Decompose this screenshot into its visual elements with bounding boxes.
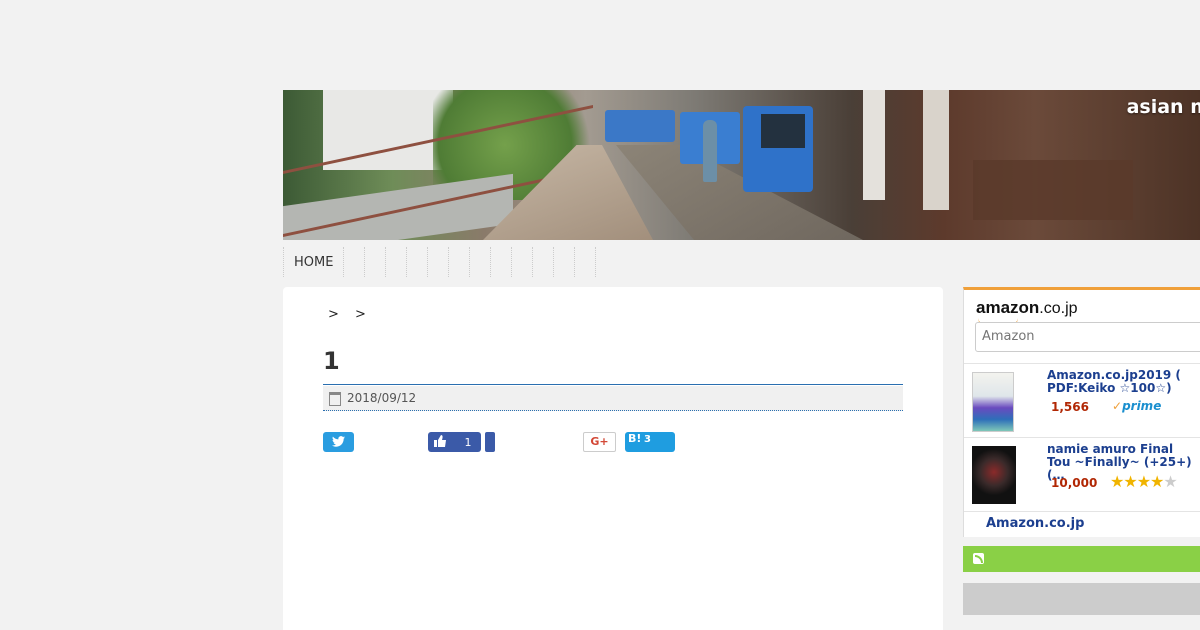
amazon-logo[interactable]: amazon.co.jp xyxy=(976,298,1078,318)
nav-item-empty[interactable] xyxy=(428,247,450,277)
banner-train-car xyxy=(743,106,813,192)
hatena-count: 3 xyxy=(644,434,651,445)
nav-item-empty[interactable] xyxy=(344,247,366,277)
global-nav: HOME xyxy=(283,247,597,277)
rss-widget-header[interactable] xyxy=(963,546,1200,572)
nav-item-empty[interactable] xyxy=(533,247,555,277)
banner-person xyxy=(703,120,717,182)
nav-item-empty[interactable] xyxy=(365,247,387,277)
amazon-footer-link[interactable]: Amazon.co.jp xyxy=(986,516,1084,531)
amazon-product[interactable]: Amazon.co.jp2019 ( PDF:Keiko ☆100☆) 1,56… xyxy=(964,363,1200,436)
facebook-share-button[interactable] xyxy=(485,432,495,452)
product-thumbnail[interactable] xyxy=(972,446,1016,504)
breadcrumb[interactable]: > > xyxy=(328,307,372,322)
nav-item-empty[interactable] xyxy=(449,247,471,277)
facebook-like-button[interactable]: 1 xyxy=(428,432,481,452)
banner-pillar xyxy=(923,90,949,210)
nav-item-empty[interactable] xyxy=(470,247,492,277)
star-icon: ★★★★ xyxy=(1110,472,1164,491)
star-icon: ★ xyxy=(1163,472,1177,491)
facebook-like-count: 1 xyxy=(464,436,472,449)
banner-benches xyxy=(973,160,1133,220)
title-underline xyxy=(323,384,903,385)
nav-item-empty[interactable] xyxy=(512,247,534,277)
nav-item-empty[interactable] xyxy=(554,247,576,277)
nav-item-empty[interactable] xyxy=(386,247,408,277)
sidebar-widget-header xyxy=(963,583,1200,615)
amazon-widget: amazon.co.jp Amazon.co.jp2019 ( PDF:Keik… xyxy=(963,287,1200,537)
post-title: 1 xyxy=(323,347,340,375)
header-banner-image[interactable]: asian m xyxy=(283,90,1200,240)
banner-train-car xyxy=(605,110,675,142)
site-title[interactable]: asian m xyxy=(1127,96,1200,118)
twitter-icon xyxy=(332,436,345,447)
thumbs-up-icon xyxy=(434,435,446,447)
main-content: > > 1 2018/09/12 1 G+ B! 3 xyxy=(283,287,943,630)
divider xyxy=(964,511,1200,512)
rating-stars: ★★★★★ xyxy=(1110,472,1178,491)
amazon-product[interactable]: namie amuro Final Tou ~Finally~ (+25+)(…… xyxy=(964,437,1200,510)
post-meta-bar: 2018/09/12 xyxy=(323,386,903,411)
amazon-search-input[interactable] xyxy=(975,322,1200,352)
nav-item-home[interactable]: HOME xyxy=(283,247,345,277)
hatena-icon: B! xyxy=(628,432,642,445)
prime-badge: ✓prime xyxy=(1112,399,1162,413)
banner-pillar xyxy=(863,90,885,200)
product-title[interactable]: Amazon.co.jp2019 ( PDF:Keiko ☆100☆) xyxy=(1047,369,1197,395)
nav-item-empty[interactable] xyxy=(575,247,597,277)
twitter-share-button[interactable] xyxy=(323,432,354,452)
calendar-icon xyxy=(329,392,341,406)
post-date: 2018/09/12 xyxy=(347,391,417,405)
nav-item-empty[interactable] xyxy=(491,247,513,277)
google-plus-button[interactable]: G+ xyxy=(583,432,616,452)
product-price: 1,566 xyxy=(1051,400,1089,414)
hatena-bookmark-button[interactable]: B! 3 xyxy=(625,432,675,452)
product-thumbnail[interactable] xyxy=(972,372,1014,432)
nav-item-empty[interactable] xyxy=(407,247,429,277)
rss-icon xyxy=(973,553,984,564)
product-price: 10,000 xyxy=(1051,476,1098,490)
